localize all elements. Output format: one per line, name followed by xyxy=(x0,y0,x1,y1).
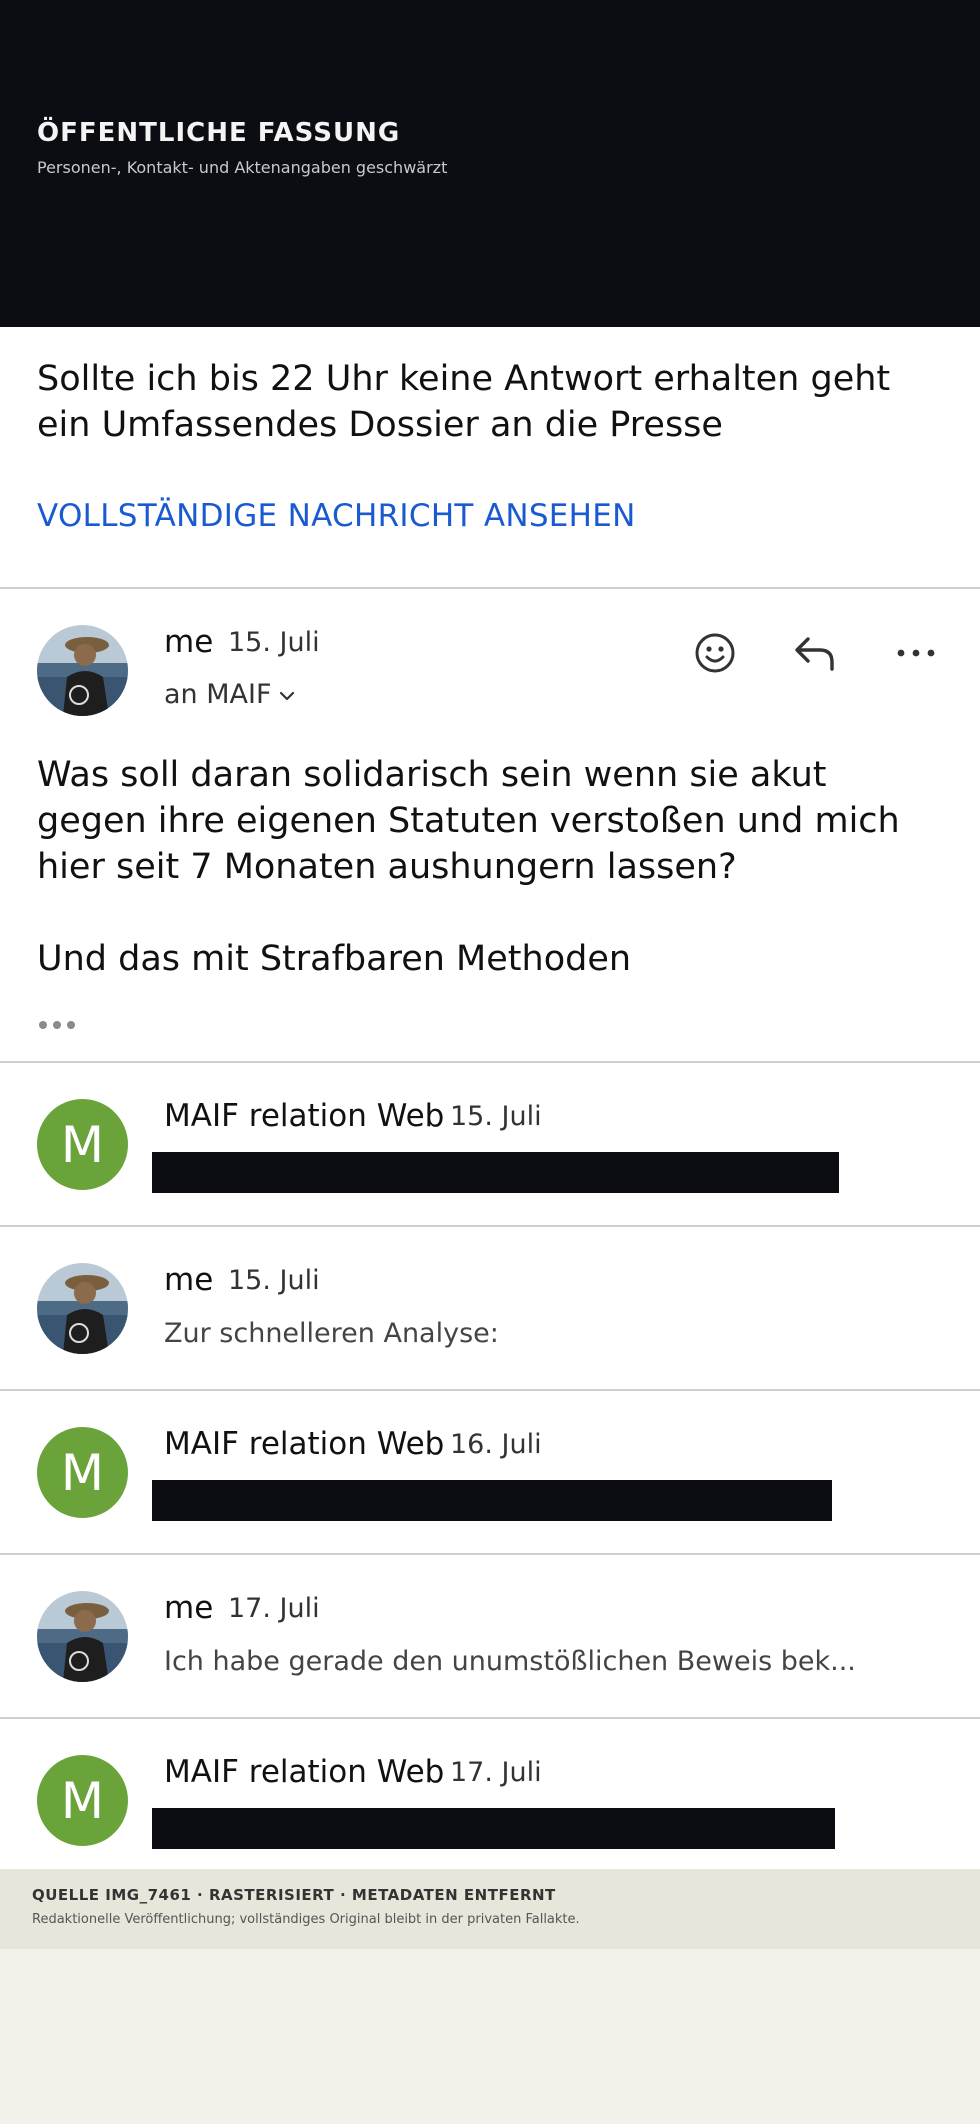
divider xyxy=(0,1553,980,1555)
reply-button[interactable] xyxy=(790,628,840,678)
message-date: 17. Juli xyxy=(228,1593,320,1624)
banner-subtitle: Personen-, Kontakt- und Aktenangaben ges… xyxy=(37,158,448,177)
message-date: 16. Juli xyxy=(450,1429,542,1460)
message-date: 15. Juli xyxy=(450,1101,542,1132)
mail-thread: Sollte ich bis 22 Uhr keine Antwort erha… xyxy=(0,327,980,1869)
reply-icon xyxy=(795,637,834,671)
message-snippet: Ich habe gerade den unumstößlichen Bewei… xyxy=(164,1646,856,1677)
message-date: 17. Juli xyxy=(450,1757,542,1788)
redaction-bar xyxy=(152,1152,839,1193)
message-body: Was soll daran solidarisch sein wenn sie… xyxy=(37,752,947,982)
redaction-bar xyxy=(152,1808,835,1849)
more-icon xyxy=(897,649,935,657)
message-date: 15. Juli xyxy=(228,627,320,658)
divider xyxy=(0,1225,980,1227)
sender-name: me xyxy=(164,624,214,660)
redaction-bar xyxy=(152,1480,832,1521)
avatar xyxy=(37,625,128,716)
emoji-reaction-button[interactable] xyxy=(690,628,740,678)
message-snippet: Zur schnelleren Analyse: xyxy=(164,1318,499,1349)
banner-title: ÖFFENTLICHE FASSUNG xyxy=(37,118,401,148)
show-quoted-text-button[interactable] xyxy=(37,1016,77,1035)
view-full-message-link[interactable]: VOLLSTÄNDIGE NACHRICHT ANSEHEN xyxy=(37,498,636,534)
footer-subtitle: Redaktionelle Veröffentlichung; vollstän… xyxy=(32,1912,580,1927)
divider xyxy=(0,1717,980,1719)
footer-title: QUELLE IMG_7461 · RASTERISIERT · METADAT… xyxy=(32,1886,556,1904)
sender-name: MAIF relation Web xyxy=(164,1426,445,1462)
avatar: M xyxy=(37,1755,128,1846)
divider xyxy=(0,1061,980,1063)
sender-name: MAIF relation Web xyxy=(164,1098,445,1134)
message-preview: Sollte ich bis 22 Uhr keine Antwort erha… xyxy=(37,359,891,445)
message-date: 15. Juli xyxy=(228,1265,320,1296)
avatar: M xyxy=(37,1099,128,1190)
divider xyxy=(0,1389,980,1391)
ellipsis-icon xyxy=(39,1021,75,1029)
source-footer: QUELLE IMG_7461 · RASTERISIERT · METADAT… xyxy=(0,1869,980,1949)
redaction-banner: ÖFFENTLICHE FASSUNG Personen-, Kontakt- … xyxy=(0,0,980,327)
divider xyxy=(0,587,980,589)
recipient-label: an MAIF xyxy=(164,679,272,710)
avatar: M xyxy=(37,1427,128,1518)
sender-name: me xyxy=(164,1262,214,1298)
more-options-button[interactable] xyxy=(891,628,941,678)
message-paragraph: Und das mit Strafbaren Methoden xyxy=(37,939,632,979)
sender-name: MAIF relation Web xyxy=(164,1754,445,1790)
avatar xyxy=(37,1263,128,1354)
sender-name: me xyxy=(164,1590,214,1626)
recipients-toggle[interactable]: an MAIF xyxy=(164,679,296,710)
avatar xyxy=(37,1591,128,1682)
message-paragraph: Was soll daran solidarisch sein wenn sie… xyxy=(37,755,900,887)
chevron-down-icon xyxy=(279,691,294,700)
smiley-icon xyxy=(695,633,735,673)
